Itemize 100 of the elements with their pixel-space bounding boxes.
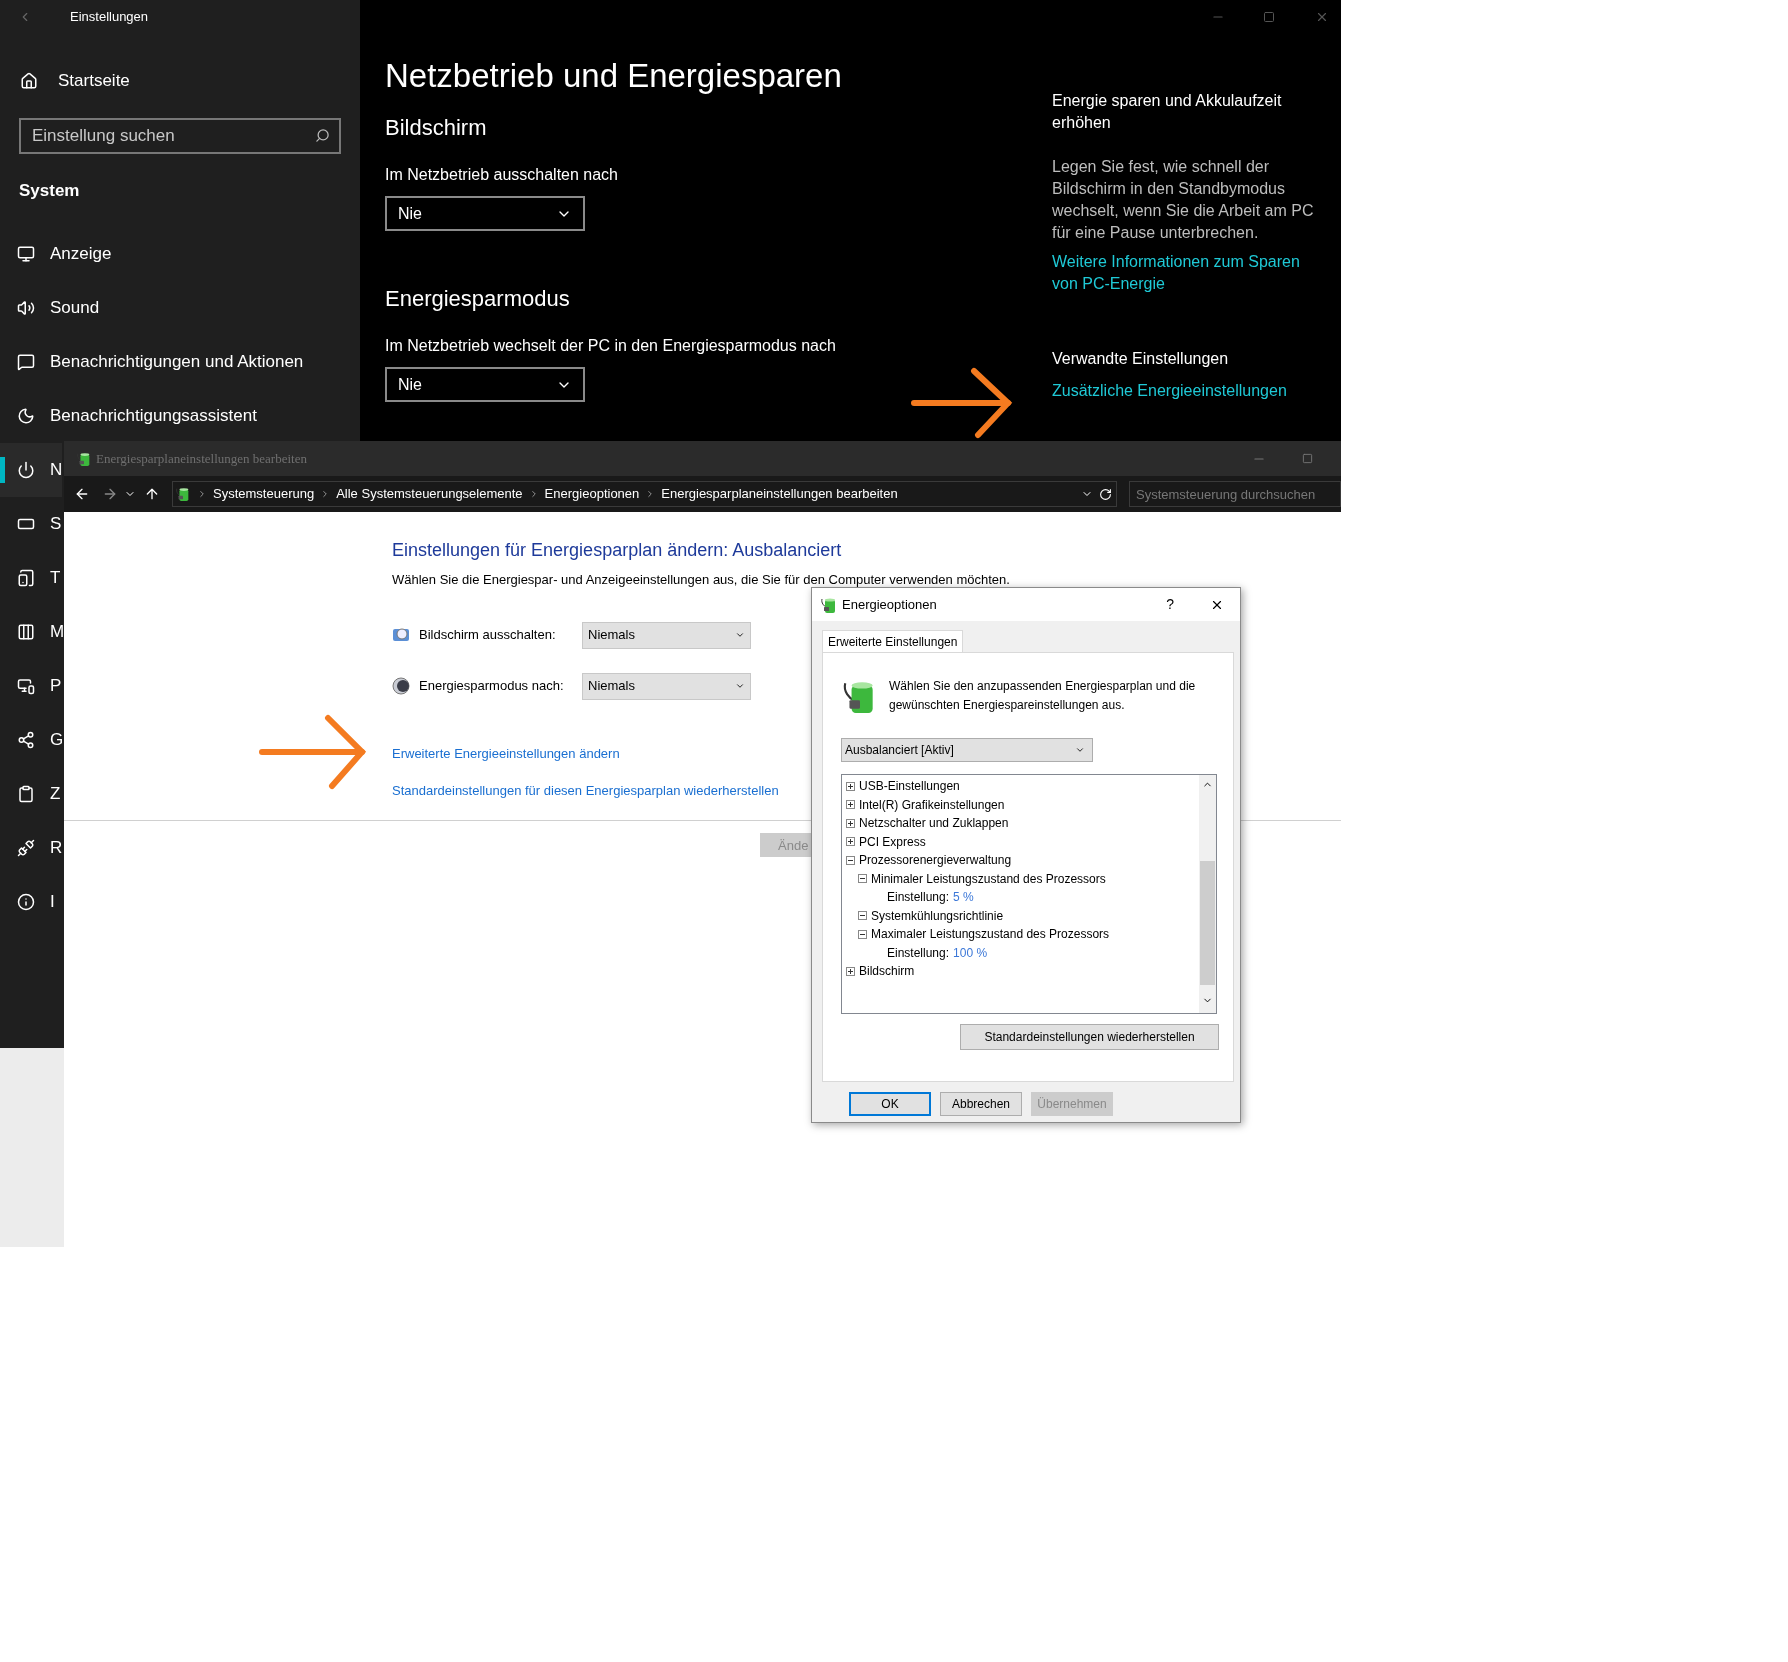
maximize-icon[interactable] [1263,11,1275,23]
setting-label: Bildschirm ausschalten: [419,626,557,645]
setting-value[interactable]: 5 % [953,888,974,907]
nav-item[interactable]: P [0,658,62,713]
expand-icon[interactable] [846,966,855,976]
setting-label: Einstellung: [887,944,950,962]
search-field[interactable]: Einstellung suchen [19,118,341,154]
info-link[interactable]: Weitere Informationen zum Sparen von PC-Energie [1052,251,1322,295]
aside-heading: Verwandte Einstellungen [1052,349,1230,369]
setting-value[interactable]: 100 % [953,943,988,962]
up-icon[interactable] [144,486,160,502]
nav-item[interactable]: T [0,550,61,605]
dropdown[interactable]: Niemals [582,672,751,700]
dropdown[interactable]: Nie [385,196,585,231]
section-heading: Energiesparmodus [385,285,571,313]
setting-label: Energiesparmodus nach: [419,677,565,696]
tree-item[interactable]: Systemkühlungsrichtlinie [871,906,1004,925]
setting-label: Einstellung: [887,889,950,907]
dropdown[interactable]: Nie [385,367,585,402]
nav-item[interactable]: Anzeige [0,226,112,281]
nav-item[interactable]: M [0,604,65,659]
nav-item[interactable]: N [0,442,63,497]
scroll-bar[interactable] [1199,775,1216,1013]
nav-item[interactable]: Z [0,766,61,821]
tree-item[interactable]: Bildschirm [859,962,915,981]
forward-icon[interactable] [102,486,118,502]
moon-sphere-icon [392,677,410,695]
power-icon [17,460,35,479]
tree-item[interactable]: Maximaler Leistungszustand des Prozessors [871,925,1110,944]
aside-text: Legen Sie fest, wie schnell der Bildschirm in den Standbymodus wechselt, wenn Sie die Arbeit am PC für eine Pause unterbrechen. [1052,157,1315,243]
description: Wählen Sie die Energiespar- und Anzeigeeinstellungen aus, die Sie für den Computer verwenden möchten. [392,571,1011,589]
tree-item[interactable]: Minimaler Leistungszustand des Prozessors [871,869,1106,888]
window-title: Einstellungen [70,8,149,27]
tablet-icon [17,568,35,587]
speech-bubble-icon [17,352,35,371]
nav-item[interactable]: Benachrichtigungsassistent [0,388,257,443]
page-title: Netzbetrieb und Energiesparen [385,56,843,96]
collapse-icon[interactable] [846,855,855,865]
page-heading: Einstellungen für Energiesparplan ändern: Ausbalanciert [392,539,843,562]
chevron-icon [735,630,745,640]
collapse-icon[interactable] [858,874,867,884]
link[interactable]: Standardeinstellungen für diesen Energiesparplan wiederherstellen [392,781,779,801]
nav-item[interactable]: G [0,712,64,767]
screens-icon [17,676,35,695]
tree-item[interactable]: Prozessorenergieverwaltung [859,851,1012,870]
expand-icon[interactable] [846,781,855,791]
expand-icon[interactable] [846,800,855,810]
chevron-icon [735,681,745,691]
aside-heading: Energie sparen und Akkulaufzeit erhöhen [1052,91,1283,133]
home-item[interactable]: Startseite [0,59,360,103]
dialog-title: Energieoptionen [842,595,937,614]
breadcrumb-item[interactable]: Alle Systemsteuerungselemente [336,484,523,504]
share-icon [17,730,35,749]
breadcrumb-item[interactable]: Energieoptionen [544,484,640,504]
dialog-button[interactable]: OK [849,1092,931,1116]
field-label: Im Netzbetrieb ausschalten nach [385,165,619,185]
monitor-clock-icon [392,626,410,644]
section-heading: System [19,180,81,202]
moon-icon [17,406,35,425]
tree-item[interactable]: USB-Einstellungen [859,777,960,796]
restore-button[interactable]: Standardeinstellungen wiederherstellen [960,1024,1219,1050]
window-title: Energiesparplaneinstellungen bearbeiten [96,449,307,468]
search-icon [315,128,330,143]
breadcrumb-item[interactable]: Systemsteuerung [213,484,315,504]
tree-item[interactable]: PCI Express [859,832,926,851]
nav-item[interactable]: S [0,496,62,551]
expand-icon[interactable] [846,837,855,847]
expand-icon[interactable] [846,818,855,828]
dropdown[interactable]: Niemals [582,621,751,649]
tree-item[interactable]: Netzschalter und Zuklappen [859,814,1009,833]
help-button[interactable]: ? [1166,594,1174,615]
collapse-icon[interactable] [858,929,867,939]
plan-dropdown[interactable]: Ausbalanciert [Aktiv] [841,738,1093,762]
scroll-thumb[interactable] [1200,861,1215,985]
search-field[interactable]: Systemsteuerung durchsuchen [1129,481,1341,507]
refresh-icon[interactable] [1099,487,1112,501]
field-label: Im Netzbetrieb wechselt der PC in den Energiesparmodus nach [385,336,837,356]
chevron-icon [197,489,207,499]
maximize-icon[interactable] [1302,453,1313,464]
chevron-icon [1075,745,1085,755]
clipboard-icon [17,784,35,803]
dialog-button[interactable]: Abbrechen [940,1092,1022,1116]
nav-item[interactable]: R [0,820,63,875]
tree-item[interactable]: Intel(R) Grafikeinstellungen [859,795,1005,814]
monitor-icon [17,244,35,263]
link[interactable]: Erweiterte Energieeinstellungen ändern [392,743,620,763]
selection-indicator [0,456,5,483]
tab[interactable]: Erweiterte Einstellungen [822,630,964,652]
related-link[interactable]: Zusätzliche Energieeinstellungen [1052,380,1322,402]
collapse-icon[interactable] [858,911,867,921]
nav-item[interactable]: Sound [0,280,100,335]
breadcrumb-item[interactable]: Energiesparplaneinstellungen bearbeiten [661,484,898,504]
section-heading: Bildschirm [385,114,488,142]
speaker-icon [17,298,35,317]
nav-item[interactable]: Benachrichtigungen und Aktionen [0,334,304,389]
nav-item[interactable]: I [0,874,55,929]
intro-text: Wählen Sie den anzupassenden Energiesparplan und die gewünschten Energiespareinstellungen aus. [889,678,1197,714]
plug-icon [17,838,35,857]
home-icon [20,72,38,90]
back-icon[interactable] [74,486,90,502]
